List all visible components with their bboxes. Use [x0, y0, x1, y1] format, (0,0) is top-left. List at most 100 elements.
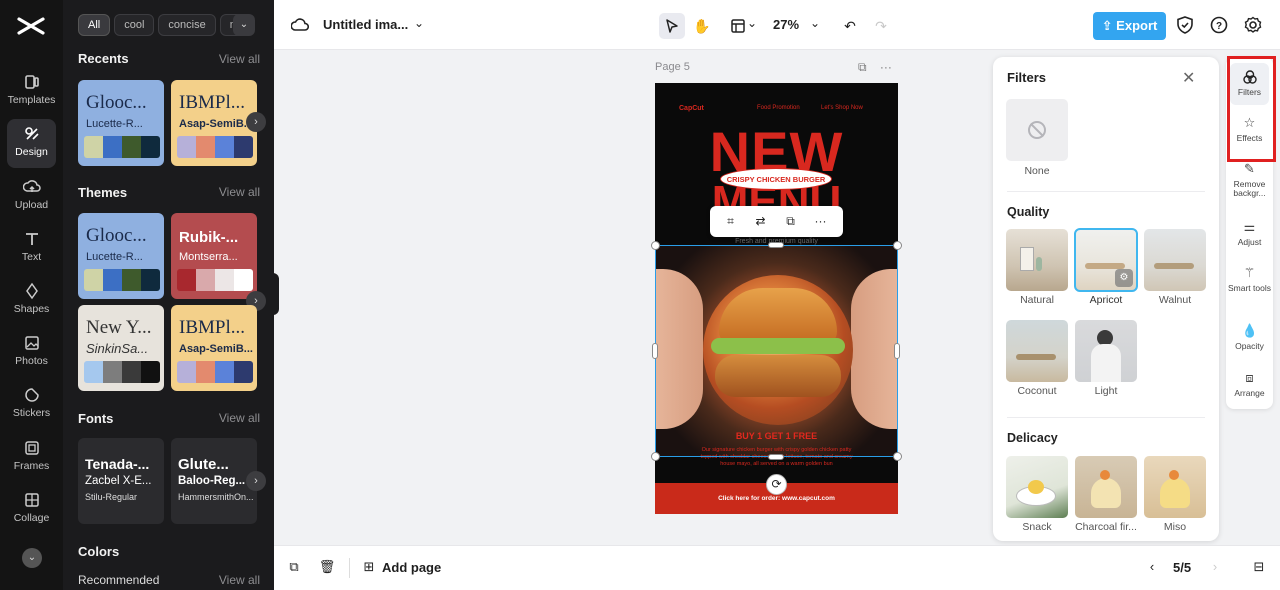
theme-card-1[interactable]: Glooc... Lucette-R...: [78, 213, 164, 299]
shield-icon[interactable]: [1177, 16, 1193, 34]
crop-icon[interactable]: ⌗: [722, 213, 739, 230]
filter-apricot[interactable]: ⚙: [1074, 228, 1138, 292]
duplicate-page-icon[interactable]: ⧉: [858, 60, 867, 74]
rail-item-photos[interactable]: Photos: [0, 334, 63, 367]
filter-miso[interactable]: [1144, 456, 1206, 518]
stickers-icon: [24, 388, 39, 402]
duplicate-icon[interactable]: ⧉: [782, 213, 799, 230]
fonts-next-icon[interactable]: ›: [246, 471, 266, 491]
pages-overview-icon[interactable]: ⊟: [1250, 558, 1268, 576]
resize-handle-tr[interactable]: [893, 241, 902, 250]
close-icon[interactable]: ✕: [1182, 68, 1195, 88]
filter-none[interactable]: [1006, 99, 1068, 161]
tool-adjust[interactable]: ⚌ Adjust: [1226, 219, 1273, 247]
page-label: Page 5: [655, 61, 690, 73]
panel-collapse-handle[interactable]: [273, 273, 279, 315]
capcut-logo-icon[interactable]: [16, 14, 46, 38]
more-options-icon[interactable]: ···: [880, 60, 892, 74]
chip-all[interactable]: All: [78, 14, 111, 36]
theme-card-4[interactable]: IBMPl... Asap-SemiB...: [171, 305, 257, 391]
rail-item-label: Shapes: [13, 303, 50, 315]
resize-handle-top[interactable]: [768, 242, 784, 248]
resize-handle-tl[interactable]: [651, 241, 660, 250]
rail-item-upload[interactable]: Upload: [0, 178, 63, 211]
cloud-upload-icon: [22, 180, 41, 192]
filter-charcoal-fire[interactable]: [1075, 456, 1137, 518]
poster-pill-label: CRISPY CHICKEN BURGER: [720, 168, 832, 190]
recent-card-2[interactable]: IBMPl... Asap-SemiB...: [171, 80, 257, 166]
avatar[interactable]: ⌄: [22, 548, 42, 568]
filter-snack-label: Snack: [1022, 521, 1052, 533]
theme-card-3[interactable]: New Y... SinkinSa...: [78, 305, 164, 391]
more-options-icon[interactable]: ···: [812, 213, 829, 230]
filter-natural[interactable]: [1006, 229, 1068, 291]
chevron-down-icon[interactable]: ⌄: [747, 16, 757, 30]
filter-walnut-label: Walnut: [1158, 294, 1192, 306]
adjust-sliders-icon[interactable]: ⚙: [1115, 269, 1133, 287]
font-card-2[interactable]: Glute... Baloo-Reg... HammersmithOn...: [171, 438, 257, 524]
selection-box[interactable]: [655, 245, 898, 457]
rail-item-text[interactable]: Text: [0, 230, 63, 263]
cloud-icon[interactable]: [291, 17, 309, 33]
hand-pan-icon[interactable]: ✋: [689, 13, 715, 39]
magic-wand-icon: ⚚: [1243, 265, 1256, 280]
font-card-1[interactable]: Tenada-... Zacbel X-E... Stilu-Regular: [78, 438, 164, 524]
tool-remove-background[interactable]: ✎ Remove backgr...: [1226, 161, 1273, 198]
delicacy-title: Delicacy: [1007, 431, 1058, 445]
page-counter: 5/5: [1173, 560, 1192, 575]
resize-handle-br[interactable]: [893, 452, 902, 461]
colors-view-all-link[interactable]: View all: [219, 573, 260, 587]
chevron-down-icon[interactable]: ⌄: [414, 16, 424, 30]
recents-view-all-link[interactable]: View all: [219, 52, 260, 66]
prev-page-icon[interactable]: ‹: [1143, 558, 1161, 576]
filter-none-label: None: [1024, 165, 1050, 177]
document-title[interactable]: Untitled ima...: [323, 17, 408, 32]
zoom-level[interactable]: 27%: [773, 17, 799, 32]
copy-page-icon[interactable]: ⧉: [285, 558, 303, 576]
frames-icon: [24, 441, 39, 455]
resize-handle-bottom[interactable]: [768, 454, 784, 460]
fonts-view-all-link[interactable]: View all: [219, 411, 260, 425]
rotate-handle-icon[interactable]: ⟳: [766, 474, 787, 495]
filter-charcoal-fire-label: Charcoal fir...: [1075, 521, 1137, 533]
filter-light[interactable]: [1075, 320, 1137, 382]
gear-icon[interactable]: [1244, 16, 1262, 34]
undo-icon[interactable]: ↶: [837, 13, 863, 39]
export-button[interactable]: ⇪ Export: [1093, 12, 1166, 40]
tool-smart-tools[interactable]: ⚚ Smart tools: [1226, 265, 1273, 293]
next-page-icon[interactable]: ›: [1206, 558, 1224, 576]
svg-text:?: ?: [1216, 21, 1222, 32]
rail-item-label: Collage: [13, 512, 50, 524]
upload-icon: ⇪: [1101, 18, 1113, 33]
tool-opacity[interactable]: 💧 Opacity: [1226, 323, 1273, 351]
resize-handle-right[interactable]: [894, 343, 900, 359]
rail-item-stickers[interactable]: Stickers: [0, 386, 63, 419]
chip-concise[interactable]: concise: [158, 14, 216, 36]
rail-item-frames[interactable]: Frames: [0, 439, 63, 472]
trash-icon[interactable]: 🗑: [318, 558, 336, 576]
rail-item-collage[interactable]: Collage: [0, 491, 63, 524]
select-pointer-icon[interactable]: [659, 13, 685, 39]
filter-coconut[interactable]: [1006, 320, 1068, 382]
help-icon[interactable]: ?: [1210, 16, 1228, 34]
resize-handle-left[interactable]: [652, 343, 658, 359]
add-page-icon[interactable]: ⊞: [360, 558, 378, 576]
filter-walnut[interactable]: [1144, 229, 1206, 291]
replace-image-icon[interactable]: ⇄: [752, 213, 769, 230]
add-page-button[interactable]: Add page: [382, 560, 441, 575]
rail-item-shapes[interactable]: Shapes: [0, 282, 63, 315]
resize-handle-bl[interactable]: [651, 452, 660, 461]
themes-view-all-link[interactable]: View all: [219, 185, 260, 199]
recents-next-icon[interactable]: ›: [246, 112, 266, 132]
rail-item-templates[interactable]: Templates: [0, 73, 63, 106]
rail-item-design[interactable]: Design: [0, 119, 63, 168]
tool-arrange[interactable]: ⧈ Arrange: [1226, 370, 1273, 398]
chip-cool[interactable]: cool: [114, 14, 155, 36]
redo-icon[interactable]: ↷: [868, 13, 894, 39]
filter-snack[interactable]: [1006, 456, 1068, 518]
zoom-chevron-down-icon[interactable]: ⌄: [810, 16, 820, 30]
chevron-down-icon[interactable]: ⌄: [233, 14, 255, 36]
poster-nav-1: Food Promotion: [757, 105, 800, 111]
recent-card-1[interactable]: Glooc... Lucette-R...: [78, 80, 164, 166]
theme-card-2[interactable]: Rubik-... Montserra...: [171, 213, 257, 299]
